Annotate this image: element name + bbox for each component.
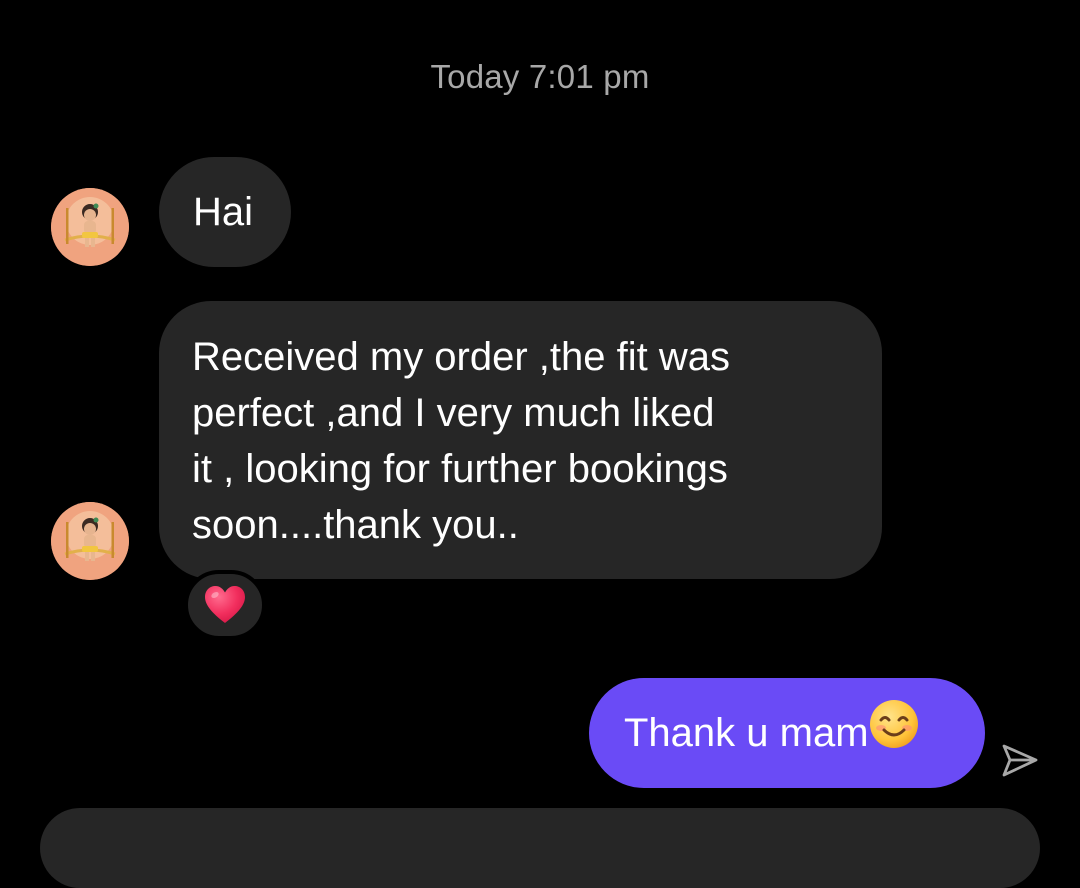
message-composer[interactable] [40,808,1040,888]
message-reaction[interactable] [184,570,266,640]
sender-avatar[interactable] [51,502,129,580]
incoming-message-bubble[interactable]: Hai [159,157,291,267]
message-text-line: perfect ,and I very much liked [192,391,715,435]
message-text: Hai [193,190,254,234]
message-text: Thank u mam [624,711,869,755]
message-text-line: it , looking for further bookings [192,447,728,491]
avatar-image [51,188,129,266]
avatar-image [51,502,129,580]
outgoing-message-bubble[interactable]: Thank u mam [589,678,985,788]
sender-avatar[interactable] [51,188,129,266]
message-text-line: soon....thank you.. [192,503,519,547]
message-timestamp: Today 7:01 pm [430,58,650,95]
red-heart-emoji [205,586,245,623]
message-text-line: Received my order ,the fit was [192,335,730,379]
smiling-face-emoji [869,699,919,764]
sent-icon [1000,741,1040,786]
incoming-message-bubble[interactable]: Received my order ,the fit was perfect ,… [159,301,882,579]
